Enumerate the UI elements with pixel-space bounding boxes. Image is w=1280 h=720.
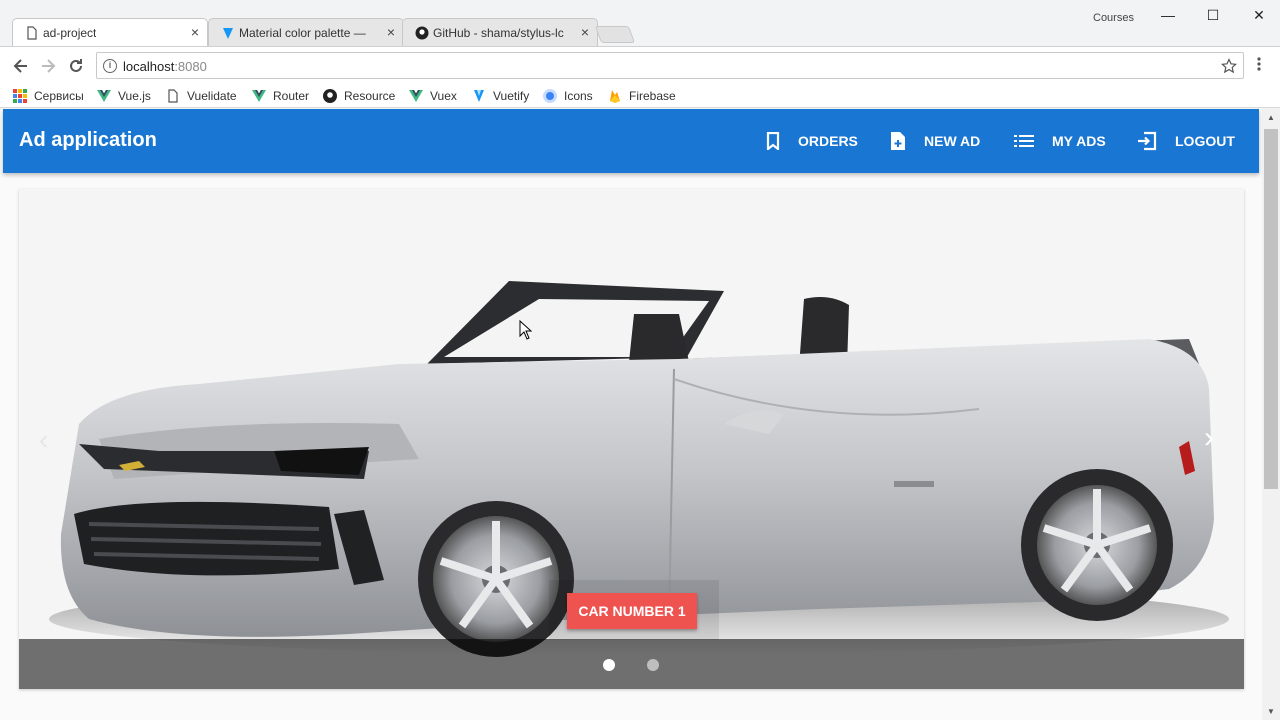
vue-icon [97,89,111,103]
nav-label: NEW AD [924,133,981,149]
url-text[interactable]: localhost:8080 [123,59,207,74]
bookmark-label: Сервисы [34,89,84,103]
bookmark-icons[interactable]: Icons [543,87,593,105]
tab-github-stylus[interactable]: GitHub - shama/stylus-lc × [402,18,598,46]
document-icon [166,89,180,103]
scroll-down-icon[interactable]: ▼ [1267,707,1275,716]
app-toolbar: Ad application ORDERS NEW AD MY ADS LOGO… [3,109,1259,173]
browser-toolbar: i localhost:8080 [0,46,1280,84]
bookmark-vuex[interactable]: Vuex [409,87,457,105]
more-vert-icon[interactable] [1256,56,1262,72]
exit-icon [1138,131,1157,151]
tab-strip: ad-project × Material color palette — × … [0,0,1280,46]
url-host: localhost [123,59,175,74]
url-port: :8080 [174,59,207,74]
tab-ad-project[interactable]: ad-project × [12,18,208,46]
close-window-button[interactable]: ✕ [1244,4,1274,26]
chevron-right-icon[interactable]: › [1204,421,1214,455]
profile-label[interactable]: Courses [1093,12,1134,24]
bookmark-label: Vuetify [493,89,530,103]
icons-icon [543,89,557,103]
reload-icon[interactable] [66,56,86,76]
new-tab-button[interactable] [594,26,636,43]
slide-indicator-2[interactable] [647,659,659,671]
tab-label: Material color palette — [239,25,366,40]
github-icon [323,89,337,103]
bookmark-label: Resource [344,89,396,103]
bookmark-label: Vue.js [118,89,151,103]
bookmark-label: Firebase [629,89,676,103]
nav-new-ad-button[interactable]: NEW AD [890,129,980,153]
car-number-1-button[interactable]: CAR NUMBER 1 [567,593,697,629]
browser-window: ad-project × Material color palette — × … [0,0,1280,720]
apps-icon [13,89,27,103]
address-bar[interactable]: i localhost:8080 [96,52,1244,79]
vuetify-icon [472,89,486,103]
firebase-icon [608,89,622,103]
bookmark-vuejs[interactable]: Vue.js [97,87,151,105]
bookmark-label: Router [273,89,310,103]
bookmark-vuetify[interactable]: Vuetify [472,87,529,105]
info-icon[interactable]: i [103,59,117,73]
github-icon [415,26,429,40]
close-icon[interactable]: × [387,24,395,40]
tab-material-color-palette[interactable]: Material color palette — × [208,18,404,46]
scroll-thumb[interactable] [1264,129,1278,489]
vue-icon [252,89,266,103]
bookmark-label: Vuelidate [187,89,237,103]
back-arrow-icon[interactable] [11,56,31,76]
bookmark-icon [766,132,780,150]
slide-indicator-1[interactable] [603,659,615,671]
star-icon[interactable] [1221,58,1237,74]
car-carousel: ‹ › CAR NUMBER 1 [19,189,1244,689]
tab-label: ad-project [43,25,97,40]
close-icon[interactable]: × [191,24,199,40]
bookmark-firebase[interactable]: Firebase [608,87,676,105]
forward-arrow-icon[interactable] [38,56,58,76]
minimize-button[interactable]: — [1153,4,1183,26]
vuetify-icon [223,28,233,39]
page-viewport: Ad application ORDERS NEW AD MY ADS LOGO… [0,109,1262,720]
close-icon[interactable]: × [581,24,589,40]
bookmarks-bar: Сервисы Vue.js Vuelidate Router Resource… [0,84,1280,108]
nav-orders-button[interactable]: ORDERS [766,129,858,153]
nav-label: MY ADS [1052,133,1106,149]
vue-icon [409,89,423,103]
bookmark-router[interactable]: Router [252,87,309,105]
bookmark-resource[interactable]: Resource [323,87,395,105]
mouse-cursor-icon [519,320,533,340]
bookmark-vuelidate[interactable]: Vuelidate [166,87,237,105]
list-icon [1014,135,1034,147]
nav-label: LOGOUT [1175,133,1235,149]
nav-logout-button[interactable]: LOGOUT [1137,129,1235,153]
bookmark-services[interactable]: Сервисы [13,87,84,105]
scroll-up-icon[interactable]: ▲ [1267,113,1275,122]
page-scrollbar[interactable]: ▲ ▼ [1262,109,1280,720]
bookmark-label: Vuex [430,89,457,103]
document-icon [27,26,37,40]
app-title[interactable]: Ad application [19,129,157,152]
maximize-button[interactable]: ☐ [1198,4,1228,26]
carousel-controls [19,639,1244,689]
nav-label: ORDERS [798,133,858,149]
bookmark-label: Icons [564,89,593,103]
tab-label: GitHub - shama/stylus-lc [433,25,564,40]
nav-my-ads-button[interactable]: MY ADS [1014,129,1106,153]
note-add-icon [891,132,905,150]
chevron-left-icon[interactable]: ‹ [39,424,48,456]
